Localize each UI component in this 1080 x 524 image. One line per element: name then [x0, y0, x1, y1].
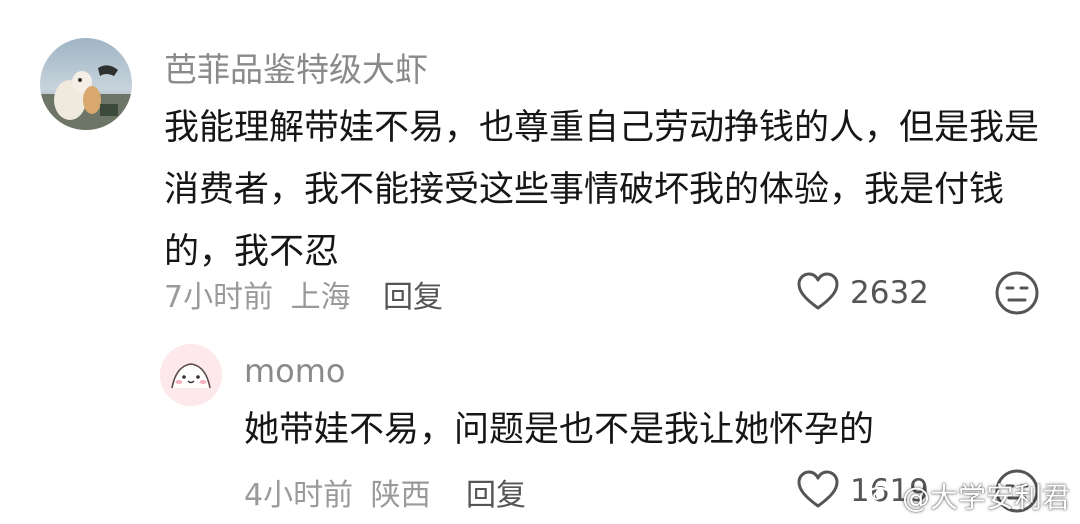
- meh-face-icon: [994, 270, 1040, 320]
- avatar[interactable]: [40, 38, 132, 130]
- reply-username[interactable]: momo: [244, 352, 346, 390]
- comment-username[interactable]: 芭菲品鉴特级大虾: [164, 43, 428, 91]
- comment-location: 上海: [290, 280, 351, 315]
- comment-meta: 7小时前 上海: [164, 272, 351, 316]
- comment-reply-button[interactable]: 回复: [383, 272, 443, 316]
- reply-meta: 4小时前 陕西: [244, 470, 431, 514]
- comment-text: 我能理解带娃不易，也尊重自己劳动挣钱的人，但是我是 消费者，我不能接受这些事情破…: [164, 97, 1054, 283]
- heart-outline-icon: [796, 469, 840, 513]
- comment-text-line: 我能理解带娃不易，也尊重自己劳动挣钱的人，但是我是: [164, 108, 1040, 148]
- comment-dislike-button[interactable]: [994, 270, 1040, 316]
- comment-time: 7小时前: [164, 280, 274, 315]
- comment-like-button[interactable]: 2632: [796, 270, 929, 316]
- heart-outline-icon: [796, 271, 840, 315]
- reply-avatar[interactable]: [160, 344, 222, 406]
- reply-time: 4小时前: [244, 478, 354, 513]
- reply-location: 陕西: [370, 478, 431, 513]
- weibo-logo-icon: [864, 480, 902, 513]
- watermark: @大学安利君: [864, 476, 1070, 516]
- reply-text: 她带娃不易，问题是也不是我让她怀孕的: [244, 410, 875, 450]
- watermark-text: @大学安利君: [901, 481, 1070, 514]
- comment-like-count: 2632: [850, 275, 929, 311]
- comment-text-line: 消费者，我不能接受这些事情破坏我的体验，我是付钱: [164, 170, 1005, 210]
- reply-reply-button[interactable]: 回复: [466, 470, 526, 514]
